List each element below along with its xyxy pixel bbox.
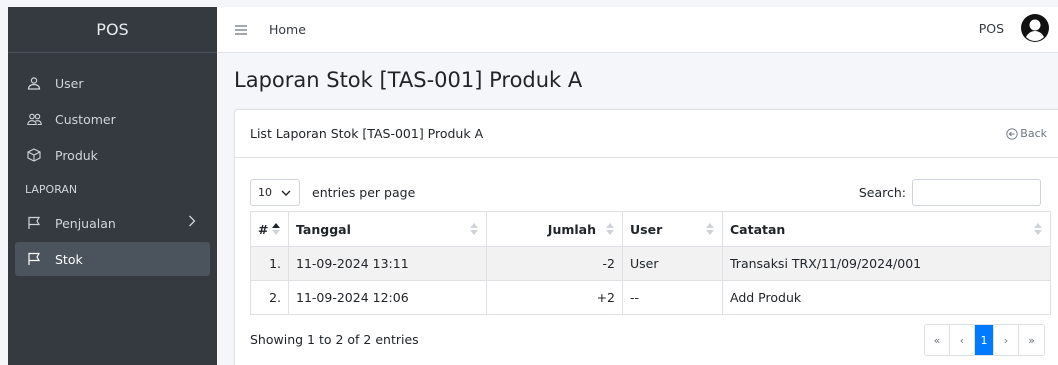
search-input[interactable] xyxy=(912,179,1041,206)
entries-per-page-control: 10 entries per page xyxy=(250,179,415,206)
stock-report-card: List Laporan Stok [TAS-001] Produk A Bac… xyxy=(234,109,1058,365)
sidebar-item-user[interactable]: User xyxy=(15,66,210,100)
cell-user: -- xyxy=(622,280,723,315)
column-header-user[interactable]: User xyxy=(622,211,723,247)
pagination-prev[interactable]: ‹ xyxy=(950,325,975,355)
brand-logo-text[interactable]: POS xyxy=(8,7,217,53)
flag-icon xyxy=(25,214,43,232)
entries-per-page-value: 10 xyxy=(258,186,272,199)
cell-tanggal: 11-09-2024 12:06 xyxy=(288,280,487,315)
sidebar-item-customer[interactable]: Customer xyxy=(15,102,210,136)
sidebar-item-stok[interactable]: Stok xyxy=(15,242,210,276)
flag-icon xyxy=(25,250,43,268)
table-info: Showing 1 to 2 of 2 entries xyxy=(250,332,419,347)
arrow-left-circle-icon xyxy=(1006,127,1018,140)
top-navbar: Home POS xyxy=(217,7,1058,53)
stock-report-table: # Tanggal Jumlah User Catatan 1. 11-09-2… xyxy=(250,211,1051,315)
back-button[interactable]: Back xyxy=(1006,127,1047,140)
search-label: Search: xyxy=(858,185,906,200)
hamburger-menu-icon[interactable] xyxy=(233,22,249,38)
sidebar-section-header: LAPORAN xyxy=(25,183,78,196)
pagination: « ‹ 1 › » xyxy=(924,324,1045,356)
cell-no: 1. xyxy=(250,246,289,281)
column-header-catatan[interactable]: Catatan xyxy=(722,211,1051,247)
cell-user: User xyxy=(622,246,723,281)
back-label: Back xyxy=(1020,127,1047,140)
cell-catatan: Add Produk xyxy=(722,280,1051,315)
users-icon xyxy=(25,110,43,128)
home-link[interactable]: Home xyxy=(269,22,306,37)
sidebar-item-label: Stok xyxy=(55,251,83,267)
sidebar: POS User Customer Produk LAPORAN Penjual… xyxy=(8,7,217,365)
table-search: Search: xyxy=(859,179,1041,206)
pagination-next[interactable]: › xyxy=(994,325,1019,355)
page-title: Laporan Stok [TAS-001] Produk A xyxy=(234,68,583,92)
pagination-page-current[interactable]: 1 xyxy=(975,325,994,355)
sort-icon xyxy=(1034,223,1042,235)
user-icon xyxy=(25,74,43,92)
sort-icon xyxy=(606,223,614,235)
box-icon xyxy=(25,146,43,164)
user-menu: POS xyxy=(979,13,1050,43)
app-label[interactable]: POS xyxy=(979,21,1004,36)
sidebar-item-label: Produk xyxy=(55,147,98,163)
column-header-no[interactable]: # xyxy=(250,211,289,247)
sort-asc-icon xyxy=(272,223,280,235)
sort-icon xyxy=(706,223,714,235)
sort-icon xyxy=(470,223,478,235)
card-header: List Laporan Stok [TAS-001] Produk A Bac… xyxy=(235,110,1058,158)
cell-jumlah: -2 xyxy=(486,246,623,281)
table-row: 1. 11-09-2024 13:11 -2 User Transaksi TR… xyxy=(250,246,1051,281)
cell-jumlah: +2 xyxy=(486,280,623,315)
column-header-tanggal[interactable]: Tanggal xyxy=(288,211,487,247)
sidebar-item-penjualan[interactable]: Penjualan xyxy=(15,206,210,240)
card-title: List Laporan Stok [TAS-001] Produk A xyxy=(250,126,484,141)
entries-per-page-select[interactable]: 10 xyxy=(250,179,300,206)
chevron-down-icon xyxy=(281,187,291,200)
avatar-icon[interactable] xyxy=(1020,13,1050,43)
table-header-row: # Tanggal Jumlah User Catatan xyxy=(250,211,1051,247)
cell-catatan: Transaksi TRX/11/09/2024/001 xyxy=(722,246,1051,281)
sidebar-item-produk[interactable]: Produk xyxy=(15,138,210,172)
cell-no: 2. xyxy=(250,280,289,315)
sidebar-item-label: User xyxy=(55,75,84,91)
pagination-first[interactable]: « xyxy=(925,325,950,355)
chevron-right-icon xyxy=(188,215,196,230)
entries-per-page-label: entries per page xyxy=(312,185,416,200)
sidebar-nav: User Customer Produk LAPORAN Penjualan S… xyxy=(8,53,217,276)
pagination-last[interactable]: » xyxy=(1019,325,1044,355)
table-row: 2. 11-09-2024 12:06 +2 -- Add Produk xyxy=(250,280,1051,315)
sidebar-item-label: Customer xyxy=(55,111,116,127)
cell-tanggal: 11-09-2024 13:11 xyxy=(288,246,487,281)
column-header-jumlah[interactable]: Jumlah xyxy=(486,211,623,247)
sidebar-item-label: Penjualan xyxy=(55,215,116,231)
